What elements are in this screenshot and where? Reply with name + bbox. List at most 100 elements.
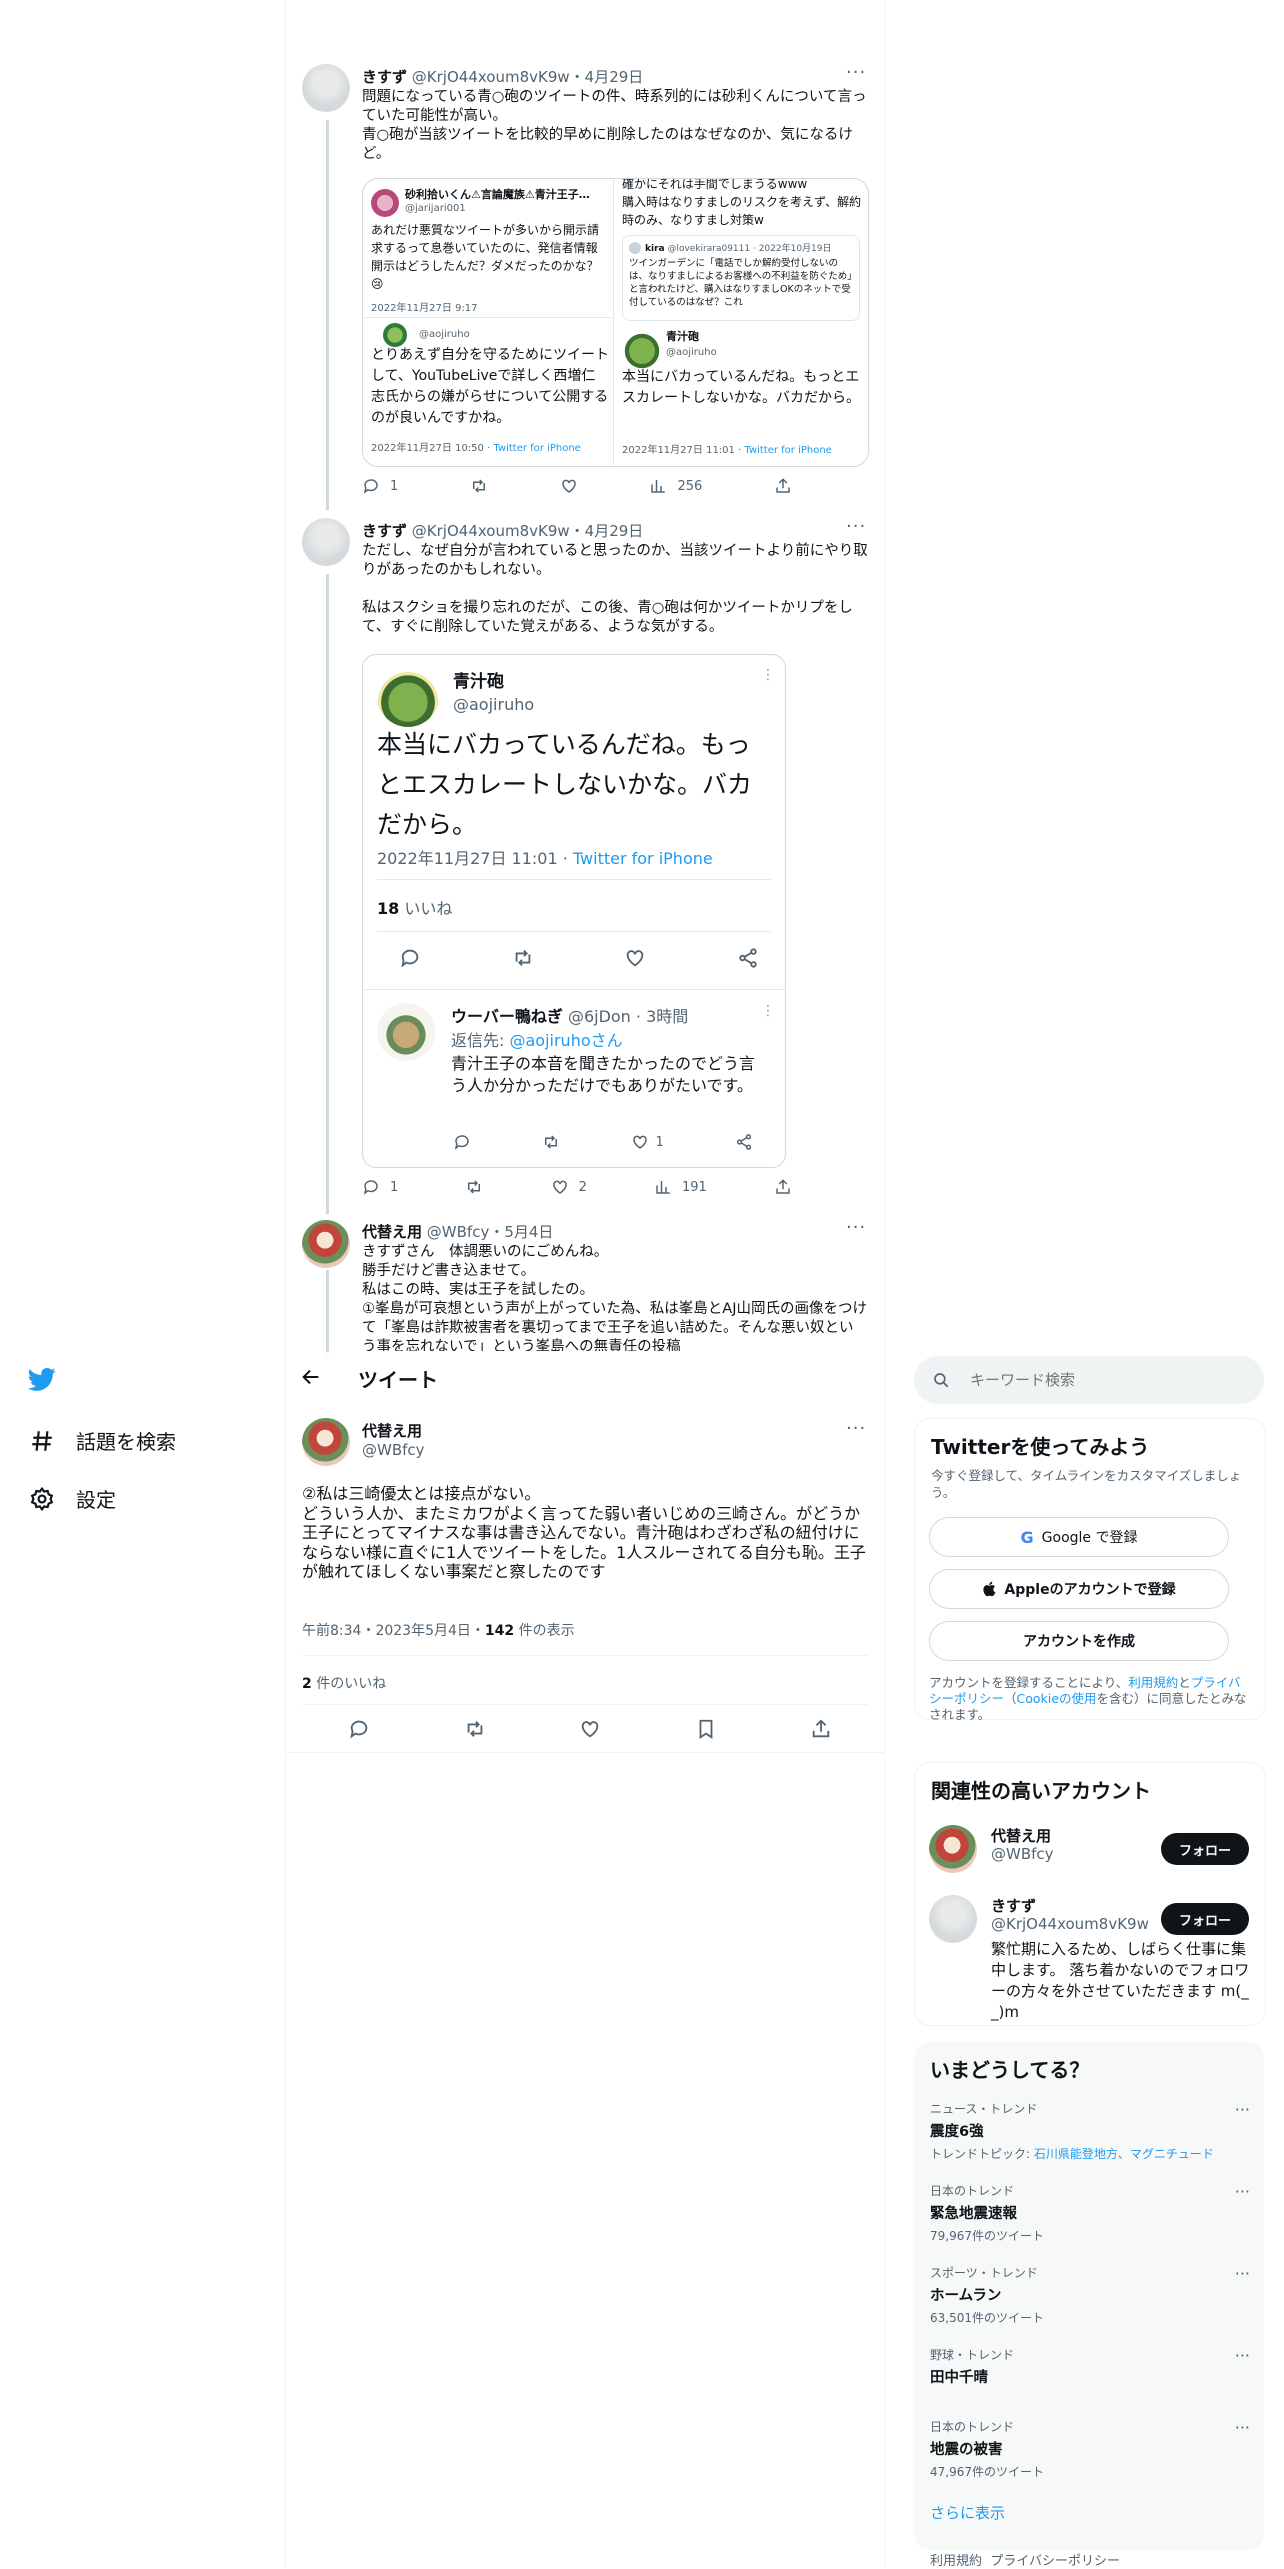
terms-link[interactable]: 利用規約 [1128,1675,1178,1690]
account-name: 代替え用 [991,1827,1052,1845]
account-handle: @WBfcy [991,1845,1054,1863]
create-account-label: アカウントを作成 [1023,1634,1135,1650]
trend-name: 緊急地震速報 [930,2206,1017,2222]
more-icon[interactable]: ··· [846,1418,866,1439]
image-reply-time: · 3時間 [635,1007,689,1026]
image-tweet-source: Twitter for iPhone [572,849,713,868]
retweet-icon [515,950,530,966]
tweet-date[interactable]: ・4月29日 [570,68,644,86]
create-account-button[interactable]: アカウントを作成 [929,1621,1229,1661]
heart-icon [627,950,644,967]
avatar[interactable] [302,1220,350,1268]
author-handle[interactable]: @KrjO44xoum8vK9w [412,522,570,540]
author-handle[interactable]: @KrjO44xoum8vK9w [412,68,570,86]
retweet-button[interactable] [470,477,488,495]
image-reply-date: 2022年11月27日 10:50 [371,443,484,454]
author-name[interactable]: きすず [362,68,407,86]
tweet-time[interactable]: 午前8:34・2023年5月4日・ [302,1623,485,1639]
author-name[interactable]: きすず [362,522,407,540]
reply-button[interactable]: 1 [362,1178,398,1196]
hashtag-icon [28,1427,56,1455]
like-button[interactable]: 2 [551,1178,587,1196]
author-name[interactable]: 代替え用 [362,1420,422,1441]
author-handle[interactable]: @WBfcy [427,1223,490,1241]
like-button[interactable] [579,1718,601,1744]
show-more-link[interactable]: さらに表示 [930,2502,1005,2523]
image-author-name: 青汁砲 [666,330,699,343]
trend-item[interactable]: 日本のトレンド 地震の被害 47,967件のツイート ··· [930,2418,1250,2480]
related-account-item[interactable]: 代替え用 @WBfcy フォロー [915,1813,1265,1885]
retweet-button[interactable] [465,1178,483,1196]
likes-count: 2 [302,1676,312,1692]
footer-privacy-link[interactable]: プライバシーポリシー [990,2554,1120,2569]
back-button[interactable] [300,1366,322,1392]
reply-button[interactable]: 1 [362,477,398,495]
related-account-item[interactable]: きすず @KrjO44xoum8vK9w フォロー 繁忙期に入るため、しばらく仕… [915,1883,1265,2023]
avatar[interactable] [302,518,350,566]
tweet-date[interactable]: ・5月4日 [489,1223,553,1241]
views-button[interactable]: 256 [649,477,702,495]
tweet-header: きすず @KrjO44xoum8vK9w・4月29日 [362,520,643,541]
image-reply-to-label: 返信先: [451,1031,510,1050]
avatar[interactable] [302,64,350,112]
like-button[interactable] [560,477,578,495]
footer-terms-link[interactable]: 利用規約 [930,2554,982,2569]
more-icon[interactable]: ··· [1235,2100,1250,2119]
tweet-image[interactable]: 砂利拾いくん⚠言論魔族⚠青汁王子… @jarijari001 あれだけ悪質なツイ… [362,178,869,467]
signup-subtitle: 今すぐ登録して、タイムラインをカスタマイズしましょう。 [931,1468,1242,1500]
nav-settings[interactable]: 設定 [28,1484,116,1513]
image-tweet-text: 本当にバカっているんだね。もっとエスカレートしないかな。バカだから。 [622,369,860,406]
divider [302,1704,868,1705]
follow-button[interactable]: フォロー [1161,1903,1249,1935]
tweet-image[interactable]: 青汁砲 @aojiruho ⋮ 本当にバカっているんだね。もっとエスカレートしな… [362,654,786,1168]
twitter-bird-icon [28,1365,56,1393]
google-signup-button[interactable]: G Google で登録 [929,1517,1229,1557]
tweet-date[interactable]: ・4月29日 [570,522,644,540]
share-button[interactable] [810,1718,832,1744]
search-box[interactable] [914,1356,1264,1404]
reply-icon [350,1720,368,1739]
reply-button[interactable] [348,1718,370,1744]
image-tweet-text: 本当にバカっているんだね。もっとエスカレートしないかな。バカだから。 [377,730,753,839]
trend-item[interactable]: 日本のトレンド 緊急地震速報 79,967件のツイート ··· [930,2182,1250,2244]
apple-signup-label: Appleのアカウントで登録 [1004,1582,1176,1598]
bookmark-button[interactable] [695,1718,717,1744]
nav-twitter-logo[interactable] [28,1365,56,1393]
trend-count: 63,501件のツイート [930,2311,1044,2325]
more-icon: ⋮ [761,667,775,683]
avatar[interactable] [302,1418,350,1466]
more-icon[interactable]: ··· [1235,2182,1250,2201]
author-handle[interactable]: @WBfcy [362,1441,425,1459]
thread-connector [326,1270,329,1360]
trend-item[interactable]: スポーツ・トレンド ホームラン 63,501件のツイート ··· [930,2264,1250,2326]
more-icon[interactable]: ··· [846,516,866,537]
nav-explore[interactable]: 話題を検索 [28,1426,176,1455]
apple-signup-button[interactable]: Appleのアカウントで登録 [929,1569,1229,1609]
image-right-pane: 確かにそれは手間でしまうるwww 購入時はなりすましのリスクを考えず、解約時のみ… [613,179,868,466]
share-button[interactable] [774,1178,792,1196]
more-icon[interactable]: ··· [1235,2346,1250,2365]
search-input[interactable] [968,1370,1242,1390]
more-icon[interactable]: ··· [846,62,866,83]
signup-title: Twitterを使ってみよう [931,1435,1150,1459]
retweet-button[interactable] [464,1718,486,1744]
main-actions [348,1718,832,1744]
follow-button[interactable]: フォロー [1161,1833,1249,1865]
trend-topic-link[interactable]: 石川県能登地方、マグニチュード [1034,2147,1214,2161]
nav-explore-label: 話題を検索 [76,1430,176,1454]
more-icon[interactable]: ··· [1235,2418,1250,2437]
trend-item[interactable]: ニュース・トレンド 震度6強 トレンドトピック: 石川県能登地方、マグニチュード… [930,2100,1250,2162]
image-reply-to-handle: @aojiruhoさん [509,1031,623,1050]
cookie-link[interactable]: Cookieの使用 [1017,1691,1097,1706]
share-button[interactable] [774,477,792,495]
author-name[interactable]: 代替え用 [362,1223,422,1241]
more-icon[interactable]: ··· [846,1217,866,1238]
image-reply-handle: @aojiruho [419,329,470,340]
more-icon[interactable]: ··· [1235,2264,1250,2283]
views-button[interactable]: 191 [654,1178,707,1196]
reply-count: 1 [390,1179,399,1195]
signup-terms: アカウントを登録することにより、利用規約とプライバシーポリシー（Cookieの使… [929,1675,1249,1723]
likes-summary[interactable]: 2 件のいいね [302,1673,386,1693]
trend-item[interactable]: 野球・トレンド 田中千晴 ··· [930,2346,1250,2387]
signup-panel: Twitterを使ってみよう 今すぐ登録して、タイムラインをカスタマイズしましょ… [914,1418,1266,1723]
